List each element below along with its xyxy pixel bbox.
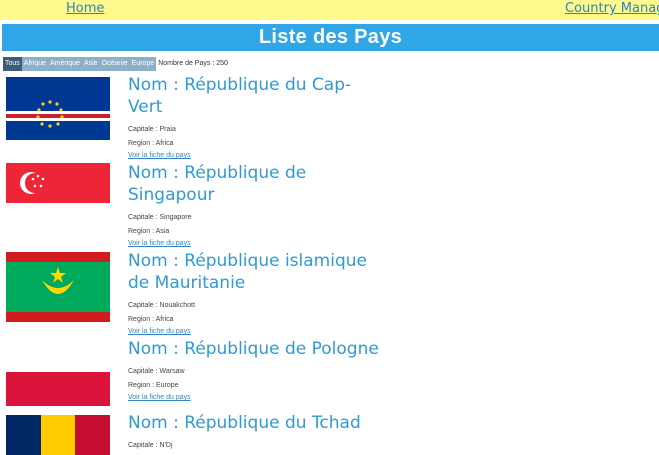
country-capital: Capitale : Singapore — [128, 214, 192, 221]
country-name: Nom : République de Pologne — [128, 339, 379, 359]
country-detail-link[interactable]: Voir la fiche du pays — [128, 239, 383, 248]
country-name: Nom : République du Tchad — [128, 413, 361, 433]
country-detail-link[interactable]: Voir la fiche du pays — [128, 393, 383, 402]
country-info: Nom : République de Singapour Capitale :… — [128, 162, 383, 248]
country-name: Nom : République du Cap-Vert — [128, 75, 352, 117]
country-capital: Capitale : N'Dj — [128, 442, 173, 449]
country-capital: Capitale : Warsaw — [128, 368, 185, 375]
country-manager-link[interactable]: Country Manag — [565, 1, 659, 16]
country-info: Nom : République du Tchad Capitale : N'D… — [128, 412, 383, 453]
mauritania-flag-icon — [6, 252, 110, 322]
country-name: Nom : République de Singapour — [128, 163, 307, 205]
poland-flag-icon — [6, 338, 110, 406]
country-region: Region : Asia — [128, 228, 170, 235]
country-detail-link[interactable]: Voir la fiche du pays — [128, 151, 383, 160]
home-link[interactable]: Home — [66, 1, 104, 16]
country-info: Nom : République de Pologne Capitale : W… — [128, 338, 383, 402]
tab-oceanie[interactable]: Océanie — [100, 57, 130, 71]
tab-amerique[interactable]: Amérique — [48, 57, 82, 71]
title-bar: Liste des Pays — [2, 24, 659, 51]
tab-tous[interactable]: Tous — [3, 57, 22, 71]
country-region: Region : Europe — [128, 382, 179, 389]
top-nav: Home Country Manag — [0, 0, 659, 20]
cape-verde-flag-icon — [6, 77, 110, 140]
chad-flag-icon — [6, 415, 110, 455]
tab-europe[interactable]: Europe — [130, 57, 157, 71]
page-title: Liste des Pays — [258, 26, 403, 48]
country-capital: Capitale : Praia — [128, 126, 176, 133]
country-info: Nom : République du Cap-Vert Capitale : … — [128, 74, 383, 160]
country-region: Region : Africa — [128, 140, 174, 147]
region-filter: Tous Afrique Amérique Asie Océanie Europ… — [3, 57, 228, 71]
tab-asie[interactable]: Asie — [82, 57, 100, 71]
country-capital: Capitale : Nouakchott — [128, 302, 195, 309]
country-count: Nombre de Pays : 250 — [158, 60, 228, 67]
country-region: Region : Africa — [128, 316, 174, 323]
region-tabs: Tous Afrique Amérique Asie Océanie Europ… — [3, 57, 157, 71]
country-detail-link[interactable]: Voir la fiche du pays — [128, 327, 383, 336]
country-info: Nom : République islamique de Mauritanie… — [128, 250, 383, 336]
country-name: Nom : République islamique de Mauritanie — [128, 251, 367, 293]
tab-afrique[interactable]: Afrique — [22, 57, 48, 71]
singapore-flag-icon — [6, 163, 110, 203]
